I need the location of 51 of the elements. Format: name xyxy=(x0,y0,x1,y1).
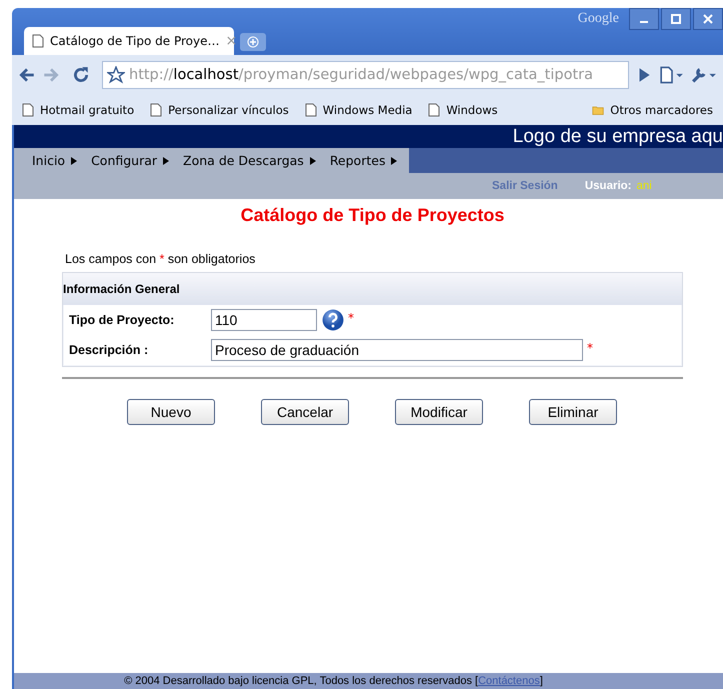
page-icon xyxy=(32,34,44,48)
reload-icon[interactable] xyxy=(72,66,90,84)
bookmark-link[interactable]: Hotmail gratuito xyxy=(22,103,134,117)
bookmark-link[interactable]: Windows Media xyxy=(304,103,412,117)
bookmark-link[interactable]: Windows xyxy=(428,103,498,117)
input-field[interactable]: 110 xyxy=(211,309,317,331)
close-icon xyxy=(702,13,714,25)
triangle-icon xyxy=(391,156,398,164)
help-icon[interactable] xyxy=(322,309,344,331)
required-note: Los campos con * son obligatorios xyxy=(65,252,256,266)
triangle-icon xyxy=(310,156,316,164)
close-button[interactable] xyxy=(693,8,723,30)
maximize-icon xyxy=(670,13,682,25)
star-icon[interactable] xyxy=(107,66,125,84)
wrench-icon[interactable] xyxy=(691,66,717,84)
page-icon xyxy=(22,103,34,117)
required-mark: * xyxy=(587,341,593,355)
triangle-icon xyxy=(71,156,78,164)
footer-text: © 2004 Desarrollado bajo licencia GPL, Todos los derechos reservados [Contáctenos] xyxy=(124,674,543,689)
page-title: Catálogo de Tipo de Proyectos xyxy=(240,205,506,226)
address-bar[interactable]: http://localhost/proyman/seguridad/webpages/wpg_cata_tipotra xyxy=(102,61,629,89)
menu-item[interactable]: Inicio xyxy=(32,153,78,168)
minimize-icon xyxy=(640,21,648,23)
plus-icon xyxy=(247,36,259,48)
bookmark-link[interactable]: Personalizar vínculos xyxy=(150,103,289,117)
field-label: Descripción : xyxy=(69,343,150,357)
logo-text: Logo de su empresa aqu xyxy=(512,125,723,148)
form-button[interactable]: Eliminar xyxy=(529,399,617,425)
input-field[interactable]: Proceso de graduación xyxy=(211,339,583,361)
page-icon xyxy=(150,103,162,117)
user-label: Usuario: xyxy=(584,180,632,192)
user-name: ani xyxy=(636,180,652,192)
page-icon xyxy=(428,103,440,117)
required-mark: * xyxy=(348,311,354,325)
menu-item[interactable]: Zona de Descargas xyxy=(183,153,316,168)
menu-item[interactable]: Reportes xyxy=(330,153,398,168)
minimize-button[interactable] xyxy=(629,8,659,30)
new-tab-button[interactable] xyxy=(240,33,266,51)
form-button[interactable]: Modificar xyxy=(395,399,483,425)
back-icon[interactable] xyxy=(18,66,36,84)
page-icon xyxy=(304,103,317,117)
triangle-icon xyxy=(163,156,170,164)
form-button[interactable]: Nuevo xyxy=(127,399,215,425)
form-button[interactable]: Cancelar xyxy=(261,399,349,425)
menu-item[interactable]: Configurar xyxy=(91,153,170,168)
page-menu-icon[interactable] xyxy=(659,66,685,84)
brand-label: Google xyxy=(578,11,619,27)
field-label: Tipo de Proyecto: xyxy=(69,313,176,327)
section-title: Información General xyxy=(63,282,180,296)
maximize-button[interactable] xyxy=(661,8,691,30)
bookmark-folder[interactable]: Otros marcadores xyxy=(592,103,713,117)
